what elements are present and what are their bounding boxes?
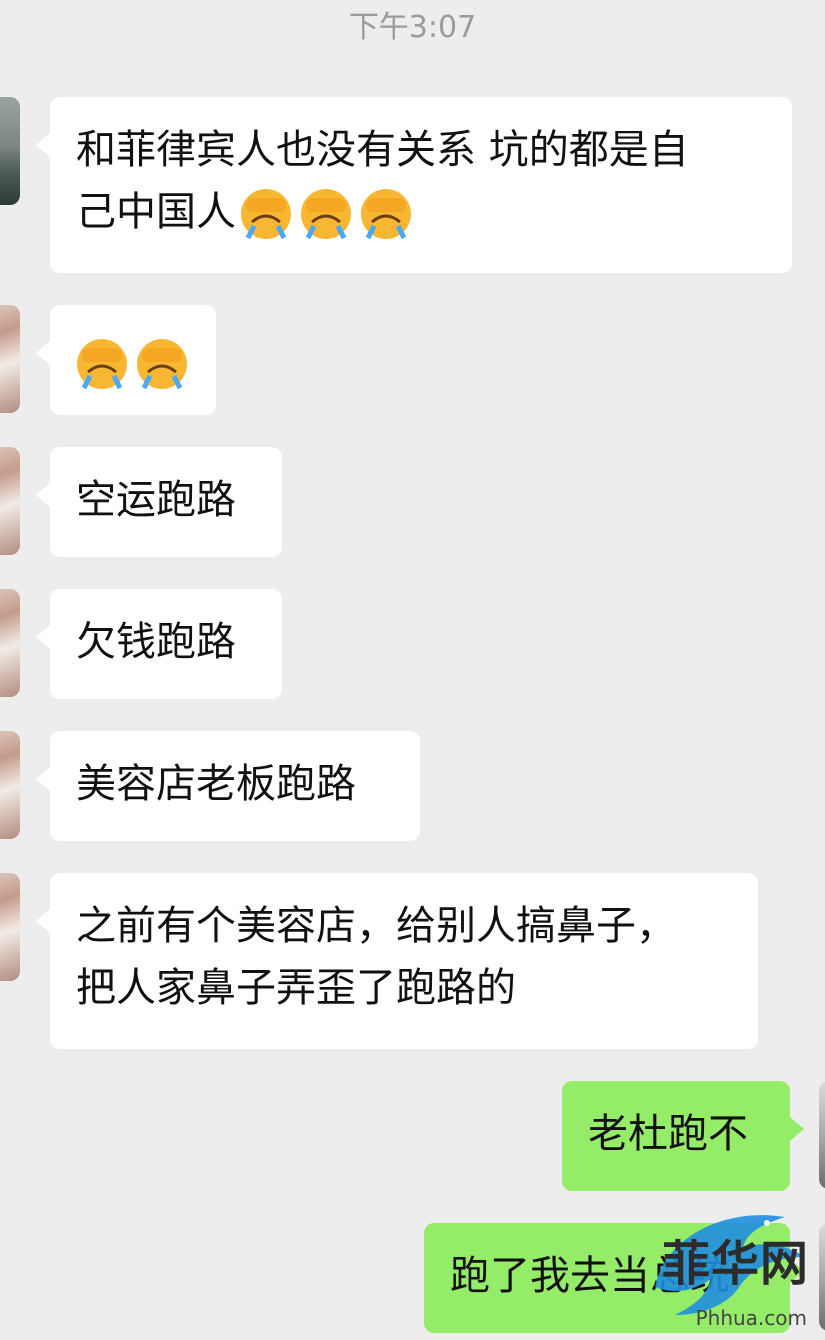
message-text-line: 己中国人	[76, 189, 236, 235]
emoji-group	[74, 336, 190, 392]
sender-avatar[interactable]	[0, 589, 20, 697]
my-avatar[interactable]	[819, 1081, 825, 1189]
my-avatar[interactable]	[819, 1223, 825, 1331]
outgoing-message-bubble[interactable]: 老杜跑不	[562, 1081, 804, 1191]
message-text-line: 之前有个美容店，给别人搞鼻子，	[76, 903, 676, 949]
outgoing-message-bubble[interactable]: 跑了我去当总统	[424, 1223, 804, 1333]
facepalm-crying-emoji	[134, 336, 190, 392]
emoji-group	[238, 186, 414, 242]
incoming-message-bubble[interactable]: 欠钱跑路	[36, 589, 282, 699]
facepalm-crying-emoji	[358, 186, 414, 242]
facepalm-crying-emoji	[238, 186, 294, 242]
message-text-line: 美容店老板跑路	[76, 761, 356, 807]
message-text-line: 把人家鼻子弄歪了跑路的	[76, 965, 516, 1011]
facepalm-crying-emoji	[298, 186, 354, 242]
message-text-line: 跑了我去当总统	[450, 1253, 730, 1299]
facepalm-crying-emoji	[74, 336, 130, 392]
sender-avatar[interactable]	[0, 873, 20, 981]
sender-avatar[interactable]	[0, 447, 20, 555]
sender-avatar[interactable]	[0, 97, 20, 205]
message-text-line: 和菲律宾人也没有关系 坑的都是自	[76, 127, 689, 173]
incoming-message-bubble[interactable]: 美容店老板跑路	[36, 731, 420, 841]
sender-avatar[interactable]	[0, 731, 20, 839]
message-text-line: 欠钱跑路	[76, 619, 236, 665]
incoming-message-bubble[interactable]: 空运跑路	[36, 447, 282, 557]
message-text-line: 空运跑路	[76, 477, 236, 523]
incoming-message-bubble[interactable]: 和菲律宾人也没有关系 坑的都是自 己中国人	[36, 97, 792, 273]
incoming-message-bubble[interactable]: 之前有个美容店，给别人搞鼻子， 把人家鼻子弄歪了跑路的	[36, 873, 758, 1049]
message-text-line: 老杜跑不	[588, 1111, 748, 1157]
incoming-message-bubble[interactable]	[36, 305, 216, 415]
message-timestamp: 下午3:07	[348, 10, 477, 45]
sender-avatar[interactable]	[0, 305, 20, 413]
chat-screen: 下午3:07 和菲律宾人也没有关系 坑的都是自 己中国人 空运跑路 欠钱跑路 美…	[0, 0, 825, 1340]
